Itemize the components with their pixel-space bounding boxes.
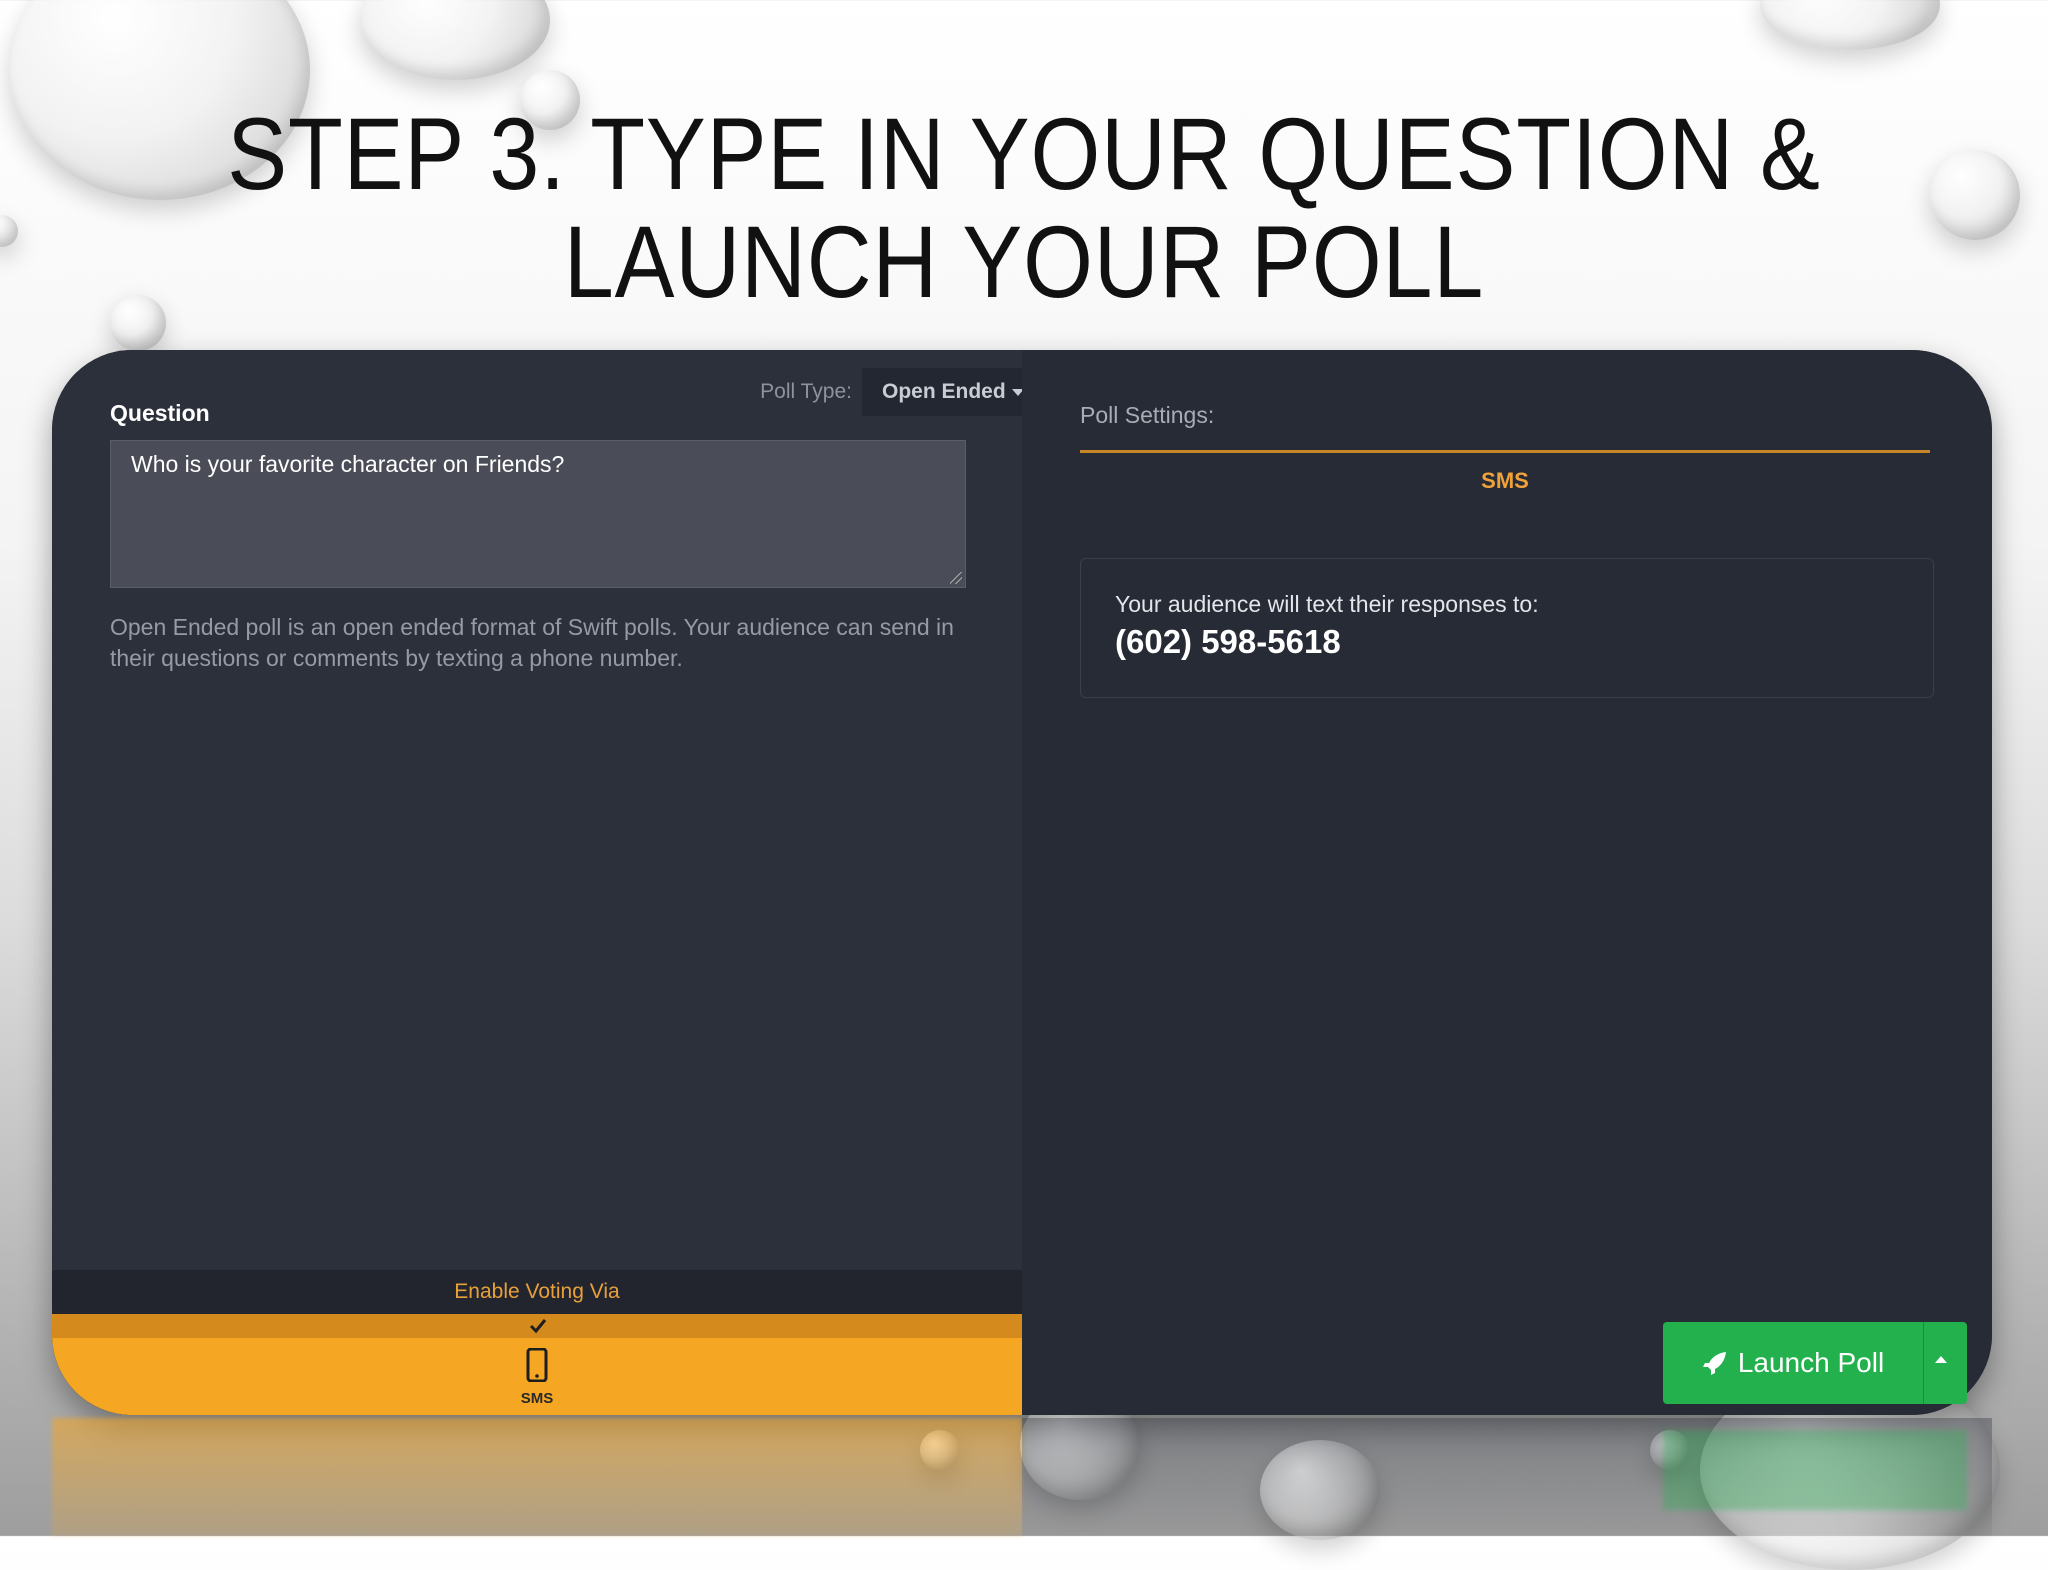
sms-info-card: Your audience will text their responses … [1080, 558, 1934, 698]
sms-option-label: SMS [520, 1390, 554, 1407]
water-drop-decoration [1760, 0, 1940, 50]
enable-voting-header: Enable Voting Via [52, 1270, 1022, 1314]
water-drop-decoration [360, 0, 550, 80]
button-separator [1923, 1322, 1924, 1404]
question-label: Question [110, 400, 210, 426]
launch-poll-button[interactable]: Launch Poll [1663, 1322, 1923, 1404]
water-drop-decoration [0, 215, 18, 247]
caret-up-icon[interactable] [1935, 1356, 1947, 1363]
phone-icon [526, 1348, 548, 1382]
launch-poll-label: Launch Poll [1737, 1347, 1885, 1378]
slide-title-line1: STEP 3. TYPE IN YOUR QUESTION & [227, 97, 1821, 211]
launch-poll-button-group: Launch Poll [1663, 1322, 1967, 1404]
resize-handle-icon[interactable] [950, 572, 962, 584]
poll-type-help-text: Open Ended poll is an open ended format … [110, 614, 954, 671]
slide-title-line2: LAUNCH YOUR POLL [563, 205, 1485, 319]
sms-voting-option[interactable]: SMS [52, 1314, 1022, 1415]
poll-type-label: Poll Type: [760, 380, 852, 403]
poll-type-dropdown[interactable]: Open Ended [862, 368, 1036, 416]
sms-instructions: Your audience will text their responses … [1115, 591, 1539, 617]
panel-reflection [52, 1418, 1022, 1536]
water-drop-decoration [1930, 150, 2020, 240]
launch-button-reflection [1663, 1430, 1967, 1510]
poll-settings-panel: Poll Settings: SMS Your audience will te… [1022, 350, 1992, 1415]
poll-editor-panel: Poll Type: Open Ended Question Who is yo… [52, 350, 1036, 1415]
selected-indicator [52, 1314, 1022, 1338]
poll-type-selector: Poll Type: Open Ended [732, 368, 1036, 416]
poll-app-screenshot: Poll Type: Open Ended Question Who is yo… [52, 350, 1992, 1415]
question-value: Who is your favorite character on Friend… [131, 451, 565, 477]
question-input[interactable]: Who is your favorite character on Friend… [110, 440, 966, 588]
sms-phone-number: (602) 598-5618 [1115, 623, 1341, 660]
poll-settings-label: Poll Settings: [1080, 402, 1215, 428]
poll-type-value: Open Ended [882, 380, 1006, 403]
slide-title: STEP 3. TYPE IN YOUR QUESTION & LAUNCH Y… [123, 100, 1925, 316]
check-icon [529, 1319, 547, 1334]
tab-underline [1080, 450, 1930, 453]
rocket-icon [1702, 1351, 1726, 1375]
tab-sms[interactable]: SMS [1080, 468, 1930, 494]
